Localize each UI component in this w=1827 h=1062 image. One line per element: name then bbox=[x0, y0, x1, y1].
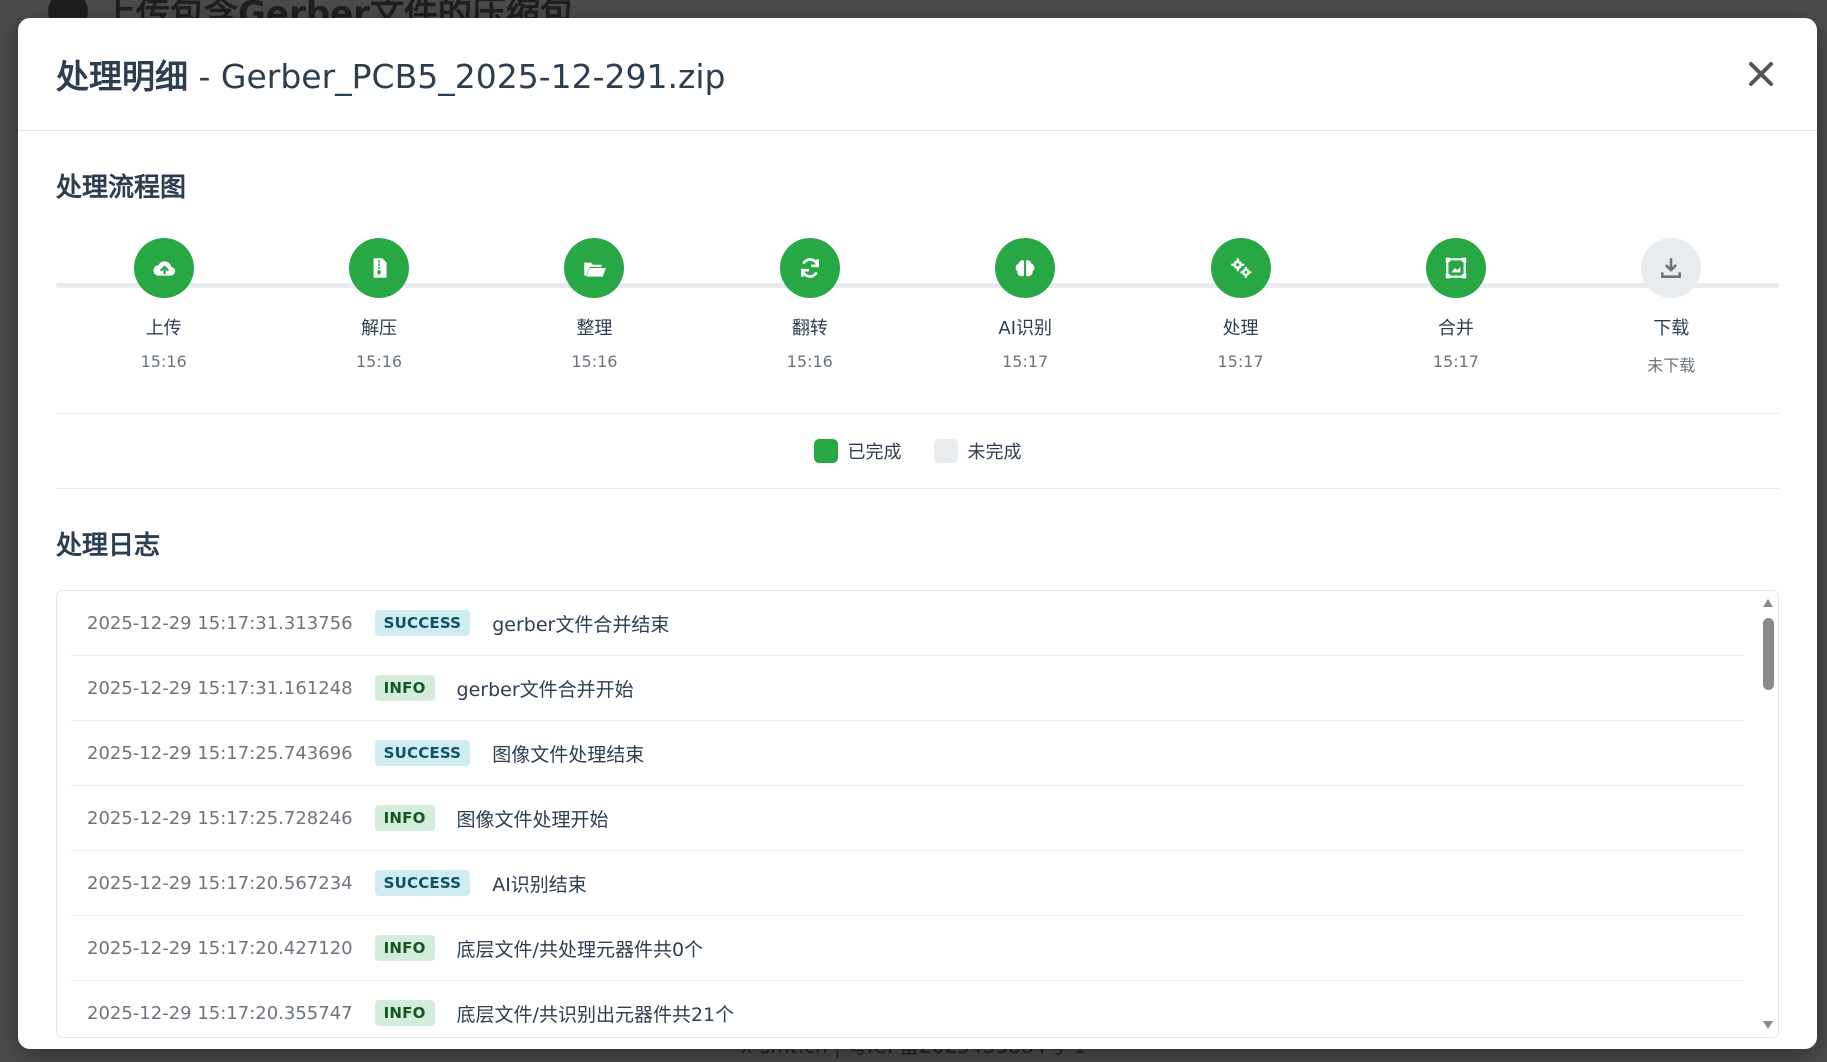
log-scrollbar[interactable] bbox=[1758, 591, 1778, 1037]
log-level-badge: SUCCESS bbox=[374, 610, 471, 636]
modal-title-separator: - bbox=[188, 57, 221, 96]
log-level-badge: INFO bbox=[374, 935, 435, 961]
flow-step-circle bbox=[564, 238, 625, 298]
scroll-down-arrow-icon[interactable] bbox=[1763, 1021, 1773, 1029]
scroll-thumb[interactable] bbox=[1763, 618, 1774, 690]
log-entry: 2025-12-29 15:17:31.313756 SUCCESS gerber文… bbox=[71, 591, 1744, 656]
flow-step-time: 15:16 bbox=[356, 352, 403, 371]
log-timestamp: 2025-12-29 15:17:20.355747 bbox=[87, 1002, 353, 1024]
modal-title: 处理明细 - Gerber_PCB5_2025-12-291.zip bbox=[56, 50, 725, 98]
modal-body: 处理流程图 上传 15:16 解压 15:16 整理 15:16 翻转 15:16 AI识别 15… bbox=[18, 167, 1817, 1038]
flow-steps: 上传 15:16 解压 15:16 整理 15:16 翻转 15:16 AI识别 15:17 处理 1… bbox=[56, 238, 1779, 376]
flow-step-time: 15:17 bbox=[1217, 352, 1264, 371]
process-flow: 上传 15:16 解压 15:16 整理 15:16 翻转 15:16 AI识别 15:17 处理 1… bbox=[56, 238, 1779, 413]
modal-header: 处理明细 - Gerber_PCB5_2025-12-291.zip bbox=[18, 18, 1817, 131]
scroll-up-arrow-icon[interactable] bbox=[1763, 599, 1773, 607]
flow-step-circle bbox=[1641, 238, 1702, 298]
close-button[interactable] bbox=[1741, 54, 1781, 94]
log-timestamp: 2025-12-29 15:17:25.743696 bbox=[87, 742, 353, 764]
flow-step-time: 15:17 bbox=[1002, 352, 1049, 371]
log-level-badge: SUCCESS bbox=[374, 740, 471, 766]
log-timestamp: 2025-12-29 15:17:20.567234 bbox=[87, 872, 353, 894]
flow-step-1: 上传 15:16 bbox=[56, 238, 271, 376]
sync-icon bbox=[800, 258, 819, 278]
log-message: 图像文件处理开始 bbox=[456, 808, 609, 831]
flow-step-5: AI识别 15:17 bbox=[918, 238, 1133, 376]
log-timestamp: 2025-12-29 15:17:20.427120 bbox=[87, 937, 353, 959]
log-level-badge: SUCCESS bbox=[374, 870, 471, 896]
log-section-title: 处理日志 bbox=[56, 531, 161, 561]
close-icon bbox=[1749, 62, 1773, 86]
log-entry: 2025-12-29 15:17:25.743696 SUCCESS 图像文件处理结… bbox=[71, 721, 1744, 786]
flow-step-label: 合并 bbox=[1437, 318, 1474, 339]
log-entry: 2025-12-29 15:17:31.161248 INFO gerber文件合并… bbox=[71, 656, 1744, 721]
flow-step-circle bbox=[1425, 238, 1486, 298]
divider bbox=[56, 488, 1779, 489]
flow-step-4: 翻转 15:16 bbox=[702, 238, 917, 376]
log-message: AI识别结束 bbox=[492, 873, 587, 896]
log-message: 底层文件/共识别出元器件共21个 bbox=[456, 1003, 735, 1026]
log-level-badge: INFO bbox=[374, 805, 435, 831]
flow-step-time: 15:16 bbox=[140, 352, 187, 371]
log-timestamp: 2025-12-29 15:17:25.728246 bbox=[87, 807, 353, 829]
flow-step-label: 翻转 bbox=[791, 318, 828, 339]
log-panel[interactable]: 2025-12-29 15:17:31.313756 SUCCESS gerber文… bbox=[56, 590, 1779, 1038]
flow-step-label: 上传 bbox=[145, 318, 182, 339]
brain-icon bbox=[1015, 260, 1035, 277]
flow-step-circle bbox=[779, 238, 840, 298]
flow-step-label: 下载 bbox=[1653, 318, 1690, 339]
log-message: gerber文件合并结束 bbox=[492, 613, 670, 636]
flow-step-circle bbox=[133, 238, 194, 298]
flow-section-title: 处理流程图 bbox=[56, 173, 187, 203]
modal-file-name: Gerber_PCB5_2025-12-291.zip bbox=[220, 57, 726, 96]
log-entry: 2025-12-29 15:17:25.728246 INFO 图像文件处理开始 bbox=[71, 786, 1744, 851]
log-timestamp: 2025-12-29 15:17:31.161248 bbox=[87, 677, 353, 699]
log-message: gerber文件合并开始 bbox=[456, 678, 634, 701]
log-list: 2025-12-29 15:17:31.313756 SUCCESS gerber文… bbox=[57, 591, 1778, 1037]
log-entry: 2025-12-29 15:17:20.355747 INFO 底层文件/共识别出元… bbox=[71, 981, 1744, 1037]
flow-step-2: 解压 15:16 bbox=[271, 238, 486, 376]
flow-step-7: 合并 15:17 bbox=[1348, 238, 1563, 376]
legend-pending-label: 未完成 bbox=[967, 442, 1022, 463]
flow-step-time: 15:16 bbox=[786, 352, 833, 371]
legend-pending: 未完成 bbox=[933, 438, 1022, 464]
flow-step-6: 处理 15:17 bbox=[1133, 238, 1348, 376]
cloud-upload-icon bbox=[153, 261, 175, 276]
log-level-badge: INFO bbox=[374, 1000, 435, 1026]
flow-step-label: AI识别 bbox=[998, 318, 1052, 339]
modal-title-prefix: 处理明细 bbox=[56, 57, 188, 96]
log-entry: 2025-12-29 15:17:20.427120 INFO 底层文件/共处理元器… bbox=[71, 916, 1744, 981]
legend-done: 已完成 bbox=[813, 438, 902, 464]
gears-icon bbox=[1230, 258, 1251, 278]
flow-step-8: 下载 未下载 bbox=[1564, 238, 1779, 376]
legend-done-label: 已完成 bbox=[847, 442, 902, 463]
flow-step-time: 15:17 bbox=[1432, 352, 1479, 371]
flow-step-label: 处理 bbox=[1222, 318, 1259, 339]
log-message: 图像文件处理结束 bbox=[492, 743, 645, 766]
flow-step-3: 整理 15:16 bbox=[487, 238, 702, 376]
merge-image-icon bbox=[1445, 257, 1467, 279]
log-level-badge: INFO bbox=[374, 675, 435, 701]
flow-step-circle bbox=[995, 238, 1056, 298]
folder-open-icon bbox=[584, 262, 607, 277]
download-icon bbox=[1661, 258, 1682, 278]
flow-step-time: 未下载 bbox=[1647, 356, 1696, 375]
flow-step-label: 解压 bbox=[361, 318, 398, 339]
file-zip-icon bbox=[373, 258, 387, 278]
flow-step-circle bbox=[349, 238, 410, 298]
flow-step-label: 整理 bbox=[576, 318, 613, 339]
legend-pending-swatch bbox=[933, 439, 958, 463]
flow-legend: 已完成 未完成 bbox=[56, 414, 1779, 488]
flow-step-time: 15:16 bbox=[571, 352, 618, 371]
log-entry: 2025-12-29 15:17:20.567234 SUCCESS AI识别结束 bbox=[71, 851, 1744, 916]
log-message: 底层文件/共处理元器件共0个 bbox=[456, 938, 704, 961]
processing-detail-modal: 处理明细 - Gerber_PCB5_2025-12-291.zip 处理流程图… bbox=[18, 18, 1817, 1049]
legend-done-swatch bbox=[813, 439, 838, 463]
log-timestamp: 2025-12-29 15:17:31.313756 bbox=[87, 612, 353, 634]
flow-step-circle bbox=[1210, 238, 1271, 298]
